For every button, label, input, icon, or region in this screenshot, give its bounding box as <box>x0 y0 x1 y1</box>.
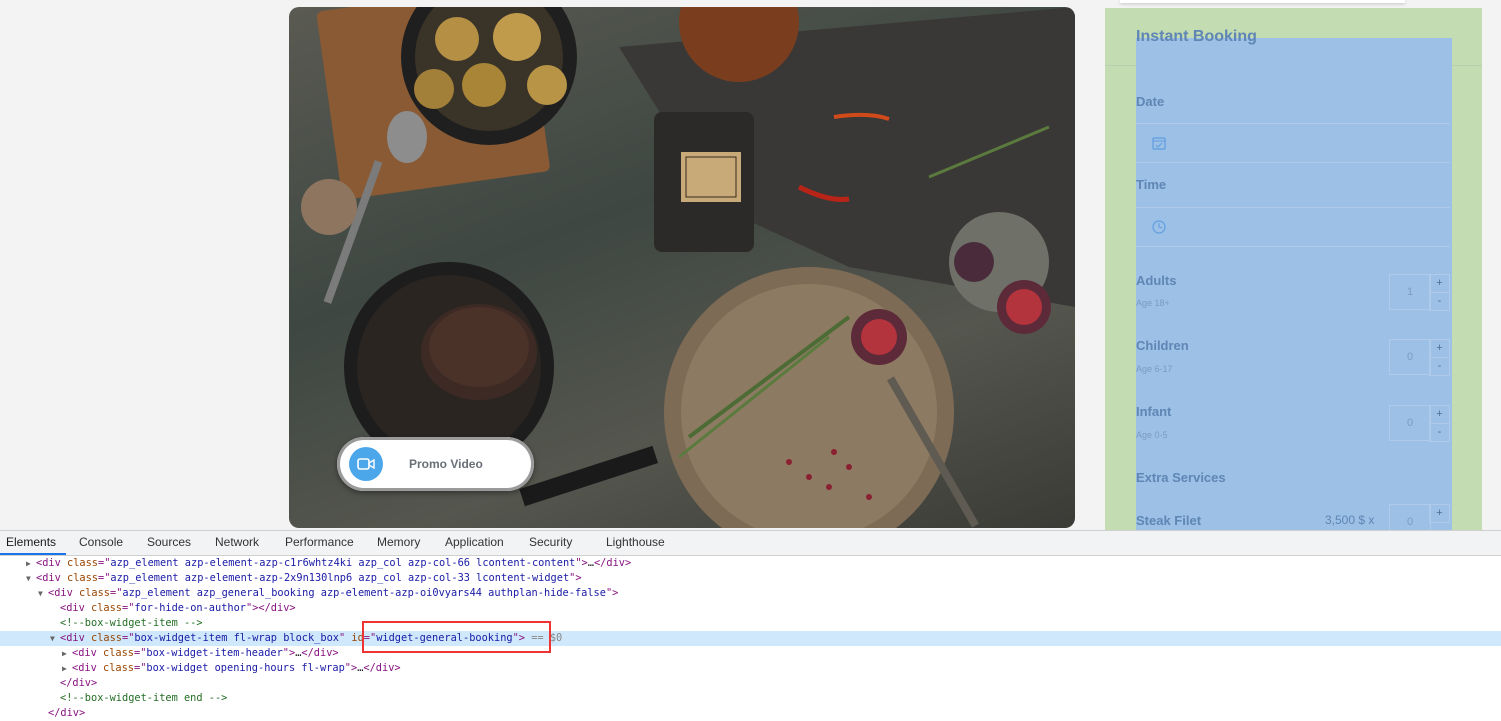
calendar-icon <box>1152 137 1166 150</box>
infant-age: Age 0-5 <box>1136 430 1168 440</box>
adults-label: Adults <box>1136 273 1177 288</box>
steak-filet-plus-button[interactable]: + <box>1429 504 1450 523</box>
children-age: Age 6-17 <box>1136 364 1173 374</box>
promo-video-button[interactable]: Promo Video <box>337 437 534 491</box>
dom-node[interactable]: ▶ <div class="box-widget opening-hours fl… <box>62 661 401 676</box>
tab-security[interactable]: Security <box>529 535 572 549</box>
date-label: Date <box>1136 94 1165 109</box>
infant-label: Infant <box>1136 404 1172 419</box>
devtools-tab-bar: Elements Console Sources Network Perform… <box>0 531 1501 556</box>
children-label: Children <box>1136 338 1189 353</box>
extra-services-label: Extra Services <box>1136 470 1226 485</box>
tab-lighthouse[interactable]: Lighthouse <box>606 535 665 549</box>
steak-filet-quantity-input[interactable]: 0 <box>1389 504 1431 530</box>
highlight-annotation-box <box>362 621 551 653</box>
widget-title: Instant Booking <box>1136 28 1257 45</box>
steak-filet-label: Steak Filet <box>1136 513 1202 528</box>
webpage-area: Promo Video Instant Booking Date Time Ad… <box>0 0 1501 530</box>
dom-node[interactable]: <div class="for-hide-on-author"></div> <box>60 601 296 616</box>
time-label: Time <box>1136 177 1167 192</box>
dom-close-tag[interactable]: </div> <box>60 676 97 691</box>
infant-quantity-input[interactable]: 0 <box>1389 405 1431 441</box>
tab-console[interactable]: Console <box>79 535 123 549</box>
dom-node-selected[interactable]: ▼ <div class="box-widget-item fl-wrap blo… <box>0 631 1501 646</box>
date-field[interactable] <box>1136 123 1450 163</box>
dom-node[interactable]: ▼ <div class="azp_element azp-element-azp… <box>26 571 582 586</box>
dom-node[interactable]: ▼ <div class="azp_element azp_general_boo… <box>38 586 618 601</box>
dom-close-tag[interactable]: </div> <box>48 706 85 721</box>
booking-widget: Instant Booking Date Time Adults Age 18+… <box>1105 8 1482 530</box>
adults-quantity-input[interactable]: 1 <box>1389 274 1431 310</box>
tab-sources[interactable]: Sources <box>147 535 191 549</box>
dropdown-edge <box>1120 0 1405 3</box>
tab-application[interactable]: Application <box>445 535 504 549</box>
children-quantity-input[interactable]: 0 <box>1389 339 1431 375</box>
infant-plus-button[interactable]: + <box>1429 405 1450 424</box>
dom-node[interactable]: ▶ <div class="azp_element azp-element-azp… <box>26 556 631 571</box>
infant-minus-button[interactable]: - <box>1429 423 1450 442</box>
dom-comment[interactable]: <!--box-widget-item end --> <box>60 691 227 706</box>
devtools-panel: Elements Console Sources Network Perform… <box>0 530 1501 721</box>
adults-plus-button[interactable]: + <box>1429 274 1450 293</box>
tab-network[interactable]: Network <box>215 535 259 549</box>
tab-performance[interactable]: Performance <box>285 535 354 549</box>
tab-elements[interactable]: Elements <box>6 535 56 549</box>
children-minus-button[interactable]: - <box>1429 357 1450 376</box>
tab-memory[interactable]: Memory <box>377 535 420 549</box>
clock-icon <box>1152 220 1166 234</box>
time-field[interactable] <box>1136 207 1450 247</box>
video-camera-icon <box>349 447 383 481</box>
adults-minus-button[interactable]: - <box>1429 292 1450 311</box>
promo-video-label: Promo Video <box>409 457 483 471</box>
adults-age: Age 18+ <box>1136 298 1170 308</box>
dom-tree: ▶ <div class="azp_element azp-element-azp… <box>0 556 1501 721</box>
dom-comment[interactable]: <!--box-widget-item --> <box>60 616 203 631</box>
steak-filet-price: 3,500 $ x <box>1325 513 1375 527</box>
children-plus-button[interactable]: + <box>1429 339 1450 358</box>
dom-node[interactable]: ▶ <div class="box-widget-item-header">…</… <box>62 646 339 661</box>
active-tab-indicator <box>0 553 66 555</box>
